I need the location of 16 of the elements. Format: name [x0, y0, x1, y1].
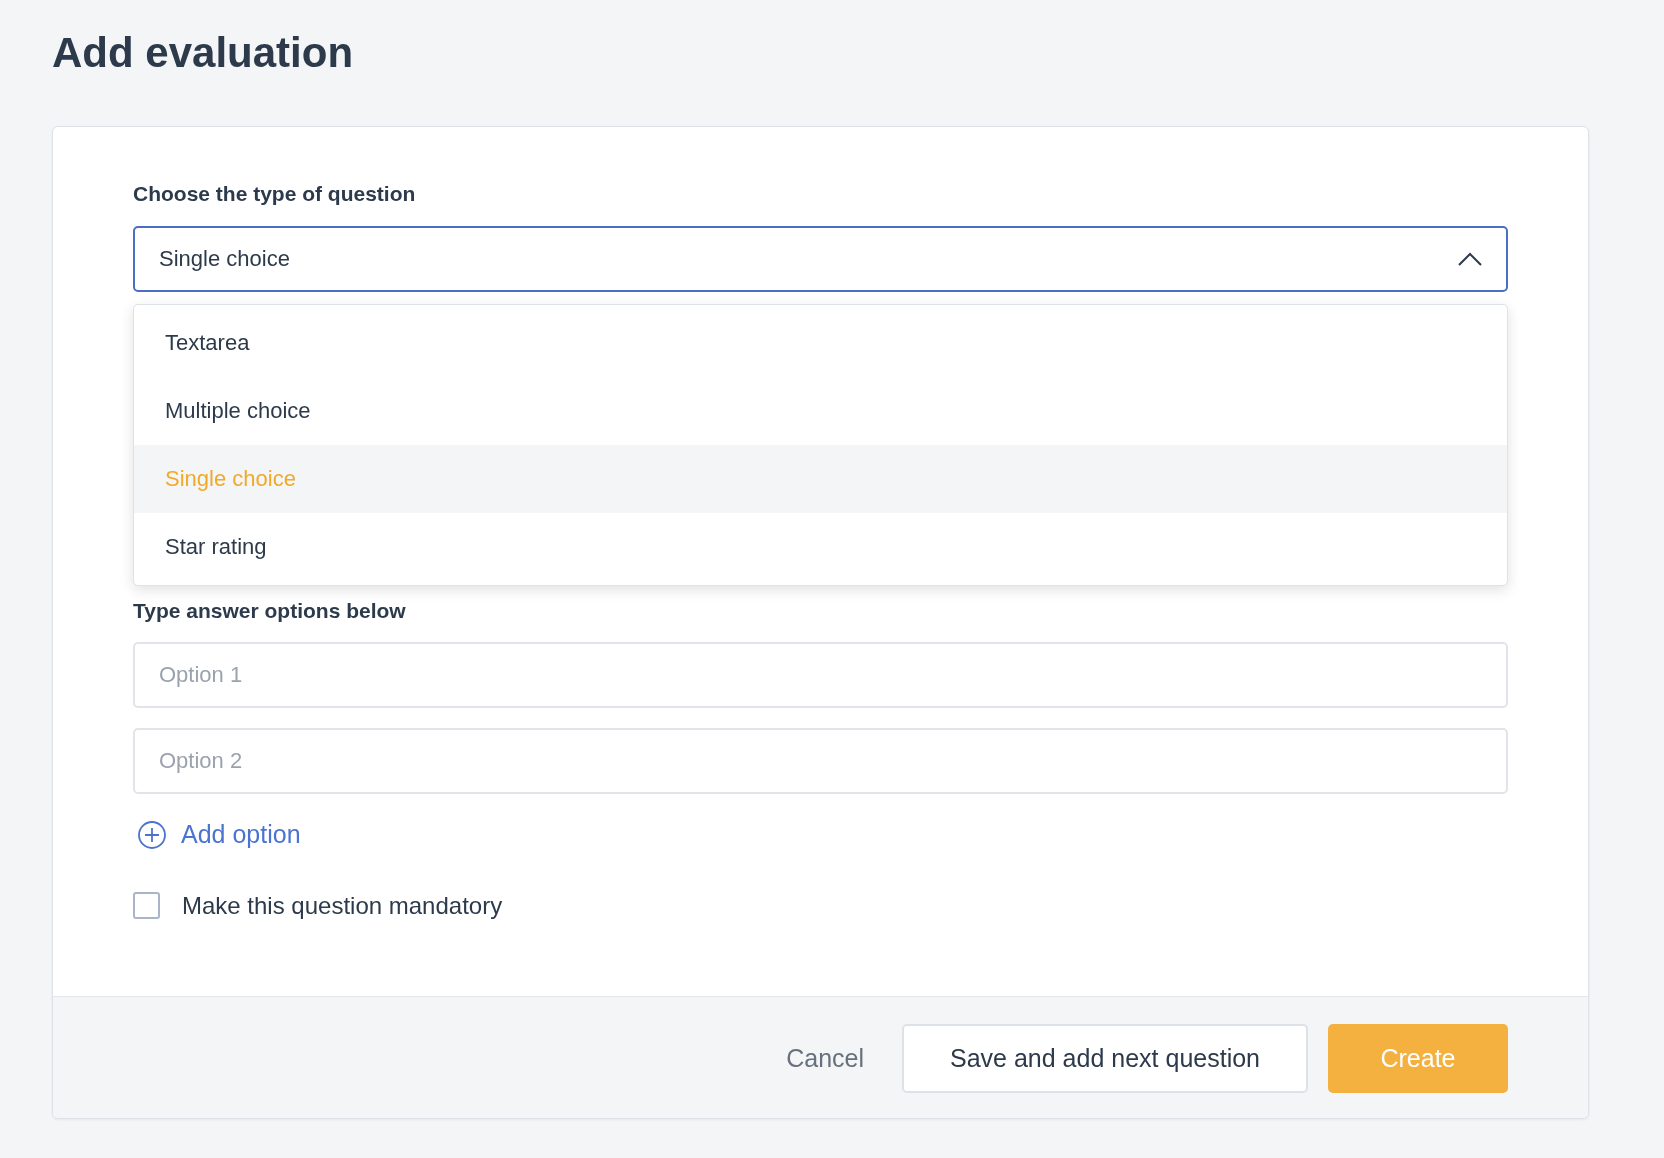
- plus-circle-icon: [137, 820, 167, 851]
- field-label: Choose the type of question: [133, 181, 416, 208]
- option-field[interactable]: Option 1: [133, 642, 1508, 709]
- checkbox[interactable]: [133, 892, 160, 920]
- question-type-dropdown[interactable]: Single choice: [133, 225, 1508, 292]
- field-label: Type answer options below: [133, 597, 406, 624]
- dropdown-option[interactable]: Textarea: [134, 308, 1507, 377]
- save-and-next-button[interactable]: Save and add next question: [902, 1023, 1308, 1093]
- cancel-button[interactable]: Cancel: [780, 1038, 871, 1079]
- page-title: Add evaluation: [52, 28, 355, 78]
- add-option-link[interactable]: Add option: [137, 816, 301, 854]
- checkbox-label: Make this question mandatory: [182, 890, 503, 921]
- chevron-up-icon: [1458, 251, 1482, 266]
- option-field[interactable]: Option 2: [133, 728, 1508, 795]
- dropdown-option[interactable]: Star rating: [134, 512, 1507, 581]
- dropdown-option[interactable]: Multiple choice: [134, 376, 1507, 445]
